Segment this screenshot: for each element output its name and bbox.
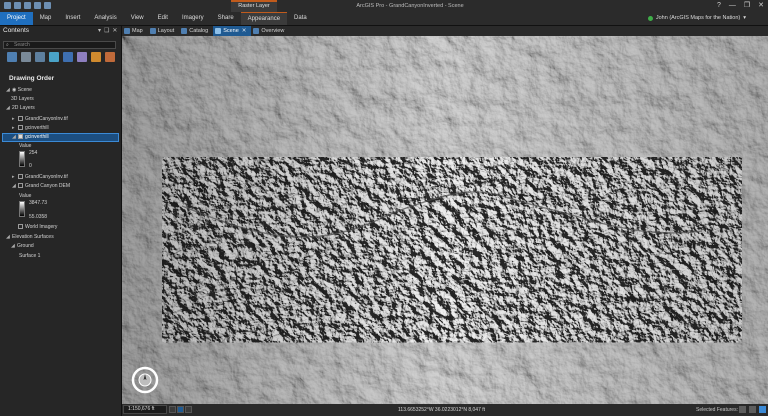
search-input[interactable]: ⌕ Search bbox=[3, 41, 116, 49]
tab-project[interactable]: Project bbox=[0, 12, 33, 25]
navigator-control[interactable] bbox=[131, 366, 159, 394]
pane-close-icon[interactable]: ✕ bbox=[112, 27, 117, 34]
user-name: John (ArcGIS Maps for the Nation) bbox=[655, 15, 741, 21]
tree-item-ground[interactable]: ◢ Ground bbox=[11, 242, 34, 250]
tree-item-scene[interactable]: ◢ ◉ Scene bbox=[6, 86, 32, 94]
visibility-checkbox[interactable] bbox=[18, 116, 23, 122]
tree-item-layer[interactable]: ▸ GrandCanyonInv.tif bbox=[12, 115, 68, 123]
tab-overview-view[interactable]: Overview bbox=[251, 26, 289, 36]
tab-map-view[interactable]: Map bbox=[122, 26, 148, 36]
tree-item-2d-layers[interactable]: ◢ 2D Layers bbox=[6, 104, 35, 112]
list-by-snapping-icon[interactable] bbox=[63, 52, 73, 62]
selected-features-count[interactable]: Selected Features: 0 bbox=[696, 404, 742, 416]
legend-low-value: 55.0358 bbox=[29, 214, 48, 220]
tree-item-3d-layers[interactable]: 3D Layers bbox=[11, 95, 34, 103]
help-button[interactable]: ? bbox=[717, 0, 721, 12]
legend-color-ramp bbox=[19, 151, 25, 167]
visibility-checkbox[interactable] bbox=[18, 125, 23, 131]
list-by-source-icon[interactable] bbox=[21, 52, 31, 62]
pause-drawing-icon[interactable] bbox=[185, 406, 192, 413]
window-buttons: ? — ❐ ✕ bbox=[717, 0, 764, 12]
open-project-icon[interactable] bbox=[14, 2, 21, 9]
tab-data[interactable]: Data bbox=[287, 12, 314, 25]
user-status-icon bbox=[647, 16, 653, 21]
contents-pane bbox=[0, 26, 122, 416]
scene-globe-icon bbox=[215, 28, 222, 34]
close-button[interactable]: ✕ bbox=[758, 0, 764, 12]
list-by-selection-icon[interactable] bbox=[35, 52, 45, 62]
redo-icon[interactable] bbox=[44, 2, 51, 9]
close-tab-icon[interactable]: ✕ bbox=[242, 28, 247, 34]
list-by-drawing-order-icon[interactable] bbox=[7, 52, 17, 62]
drawing-indicator-icon bbox=[759, 406, 766, 413]
window-title: ArcGIS Pro - GrandCanyonInverted - Scene bbox=[356, 3, 464, 9]
scale-dropdown-icon[interactable] bbox=[169, 406, 176, 413]
tab-scene-view[interactable]: Scene ✕ bbox=[213, 26, 252, 36]
tree-item-layer[interactable]: ◢ Grand Canyon DEM bbox=[12, 182, 70, 190]
visibility-checkbox[interactable] bbox=[18, 134, 23, 140]
tree-item-layer[interactable]: ▸ GrandCanyonInv.tif bbox=[12, 173, 68, 181]
legend-high-value: 3847.73 bbox=[29, 200, 48, 206]
pane-controls: ▾ ❑ ✕ bbox=[98, 27, 117, 34]
tab-map[interactable]: Map bbox=[33, 12, 59, 25]
tab-appearance[interactable]: Appearance bbox=[240, 12, 288, 25]
new-project-icon[interactable] bbox=[4, 2, 11, 9]
tree-item-basemap[interactable]: World Imagery bbox=[12, 223, 57, 231]
search-icon: ⌕ bbox=[6, 42, 9, 48]
globe-icon: ◉ bbox=[12, 87, 17, 93]
tab-insert[interactable]: Insert bbox=[58, 12, 87, 25]
navigation-icon[interactable] bbox=[177, 406, 184, 413]
drawing-order-heading: Drawing Order bbox=[9, 75, 55, 82]
pin-icon[interactable]: ❑ bbox=[104, 27, 109, 34]
pane-options-icon[interactable]: ▾ bbox=[98, 27, 101, 34]
pause-icon[interactable] bbox=[739, 406, 746, 413]
map-icon bbox=[124, 28, 130, 34]
legend-color-ramp bbox=[19, 201, 25, 217]
tree-item-layer-selected[interactable]: ◢ gcinverthill bbox=[12, 133, 49, 141]
scene-view-canvas[interactable] bbox=[122, 36, 768, 404]
legend-high-value: 254 bbox=[29, 150, 38, 156]
user-account[interactable]: John (ArcGIS Maps for the Nation) ▾ bbox=[647, 12, 746, 25]
list-by-editing-icon[interactable] bbox=[49, 52, 59, 62]
coordinates-readout: 113.6653252°W 36.0223012°N 8,047 ft bbox=[398, 407, 486, 413]
tree-item-layer[interactable]: ▸ gcinverthill bbox=[12, 124, 49, 132]
list-by-perspective-icon[interactable] bbox=[91, 52, 101, 62]
tab-layout-view[interactable]: Layout bbox=[148, 26, 180, 36]
tab-view[interactable]: View bbox=[124, 12, 151, 25]
legend-low-value: 0 bbox=[29, 163, 32, 169]
search-placeholder: Search bbox=[14, 42, 30, 48]
visibility-checkbox[interactable] bbox=[18, 224, 23, 230]
tab-imagery[interactable]: Imagery bbox=[175, 12, 211, 25]
visibility-checkbox[interactable] bbox=[18, 183, 23, 189]
contextual-tab-raster-layer[interactable]: Raster Layer bbox=[231, 0, 277, 12]
hillshade-terrain bbox=[122, 36, 768, 404]
undo-icon[interactable] bbox=[34, 2, 41, 9]
save-icon[interactable] bbox=[24, 2, 31, 9]
charts-icon[interactable] bbox=[105, 52, 115, 62]
tab-share[interactable]: Share bbox=[211, 12, 241, 25]
maximize-button[interactable]: ❐ bbox=[744, 0, 750, 12]
contents-toolbar bbox=[7, 52, 115, 62]
contents-footer bbox=[0, 404, 121, 416]
status-icons bbox=[739, 406, 766, 413]
chevron-down-icon: ▾ bbox=[743, 15, 746, 21]
overview-icon bbox=[253, 28, 260, 34]
catalog-icon bbox=[181, 28, 188, 34]
minimize-button[interactable]: — bbox=[729, 0, 736, 12]
list-by-labeling-icon[interactable] bbox=[77, 52, 87, 62]
scale-box[interactable]: 1:150,676 ft bbox=[123, 405, 167, 414]
refresh-icon[interactable] bbox=[749, 406, 756, 413]
view-tabs: Map Layout Catalog Scene ✕ Overview bbox=[122, 26, 768, 36]
quick-access-toolbar bbox=[4, 2, 51, 9]
layout-icon bbox=[149, 28, 156, 34]
tree-item-surface[interactable]: Surface 1 bbox=[19, 252, 40, 260]
ribbon-tabs: Project Map Insert Analysis View Edit Im… bbox=[0, 12, 314, 25]
tab-analysis[interactable]: Analysis bbox=[87, 12, 123, 25]
tab-catalog-view[interactable]: Catalog bbox=[179, 26, 213, 36]
visibility-checkbox[interactable] bbox=[18, 174, 23, 180]
tab-edit[interactable]: Edit bbox=[151, 12, 175, 25]
tree-item-elevation-surfaces[interactable]: ◢ Elevation Surfaces bbox=[6, 233, 54, 241]
